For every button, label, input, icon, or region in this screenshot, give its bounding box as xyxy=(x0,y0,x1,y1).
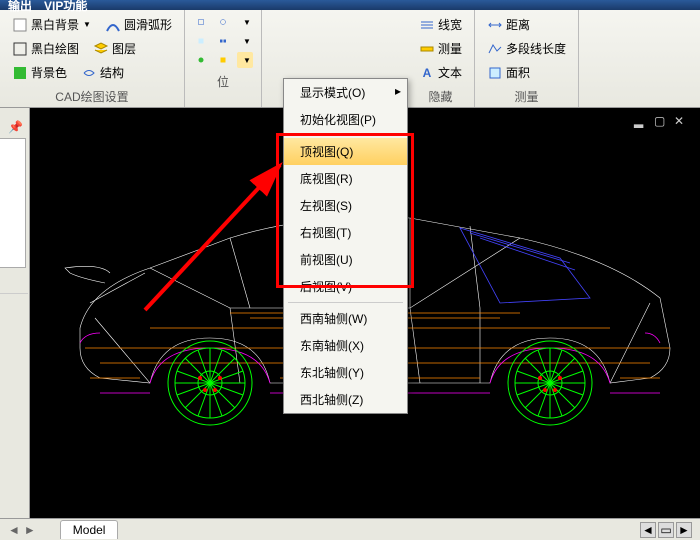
menu-left-view[interactable]: 左视图(S) xyxy=(284,192,407,219)
structure-icon xyxy=(81,65,97,81)
group-label-hide: 隐藏 xyxy=(415,88,466,105)
tool-icon-5[interactable] xyxy=(193,52,209,68)
close-icon[interactable]: ✕ xyxy=(674,114,688,128)
menu-top-view[interactable]: 顶视图(Q) xyxy=(284,138,407,165)
linewidth-button[interactable]: 线宽 xyxy=(415,14,466,35)
view-context-menu: 显示模式(O) ▸ 初始化视图(P) 顶视图(Q) 底视图(R) 左视图(S) 右… xyxy=(283,78,408,414)
text-icon: A xyxy=(419,65,435,81)
text-label: 文本 xyxy=(438,64,462,81)
chevron-right-icon: ▸ xyxy=(395,84,401,98)
nav-left-icon[interactable]: ◄ xyxy=(8,523,20,537)
bw-bg-button[interactable]: 黑白背景 ▼ xyxy=(8,14,95,35)
menu-front-view[interactable]: 前视图(U) xyxy=(284,246,407,273)
area-icon xyxy=(487,65,503,81)
menu-display-mode[interactable]: 显示模式(O) ▸ xyxy=(284,79,407,106)
bw-draw-button[interactable]: 黑白绘图 xyxy=(8,38,83,59)
tool-icon-4[interactable] xyxy=(215,33,231,49)
dist-icon xyxy=(487,17,503,33)
pin-icon[interactable]: 📌 xyxy=(8,120,23,134)
group-label-measure: 测量 xyxy=(483,88,570,105)
menu-separator xyxy=(288,135,403,136)
panel-blank2 xyxy=(0,293,28,413)
tool-icon-2[interactable] xyxy=(215,14,231,30)
status-bar: ◄ ► Model ◄ ▭ ► xyxy=(0,518,700,540)
arc-icon xyxy=(105,17,121,33)
menu-separator xyxy=(288,302,403,303)
bg-color-button[interactable]: 背景色 xyxy=(8,62,71,83)
menu-back-view[interactable]: 后视图(V) xyxy=(284,273,407,300)
layer-label: 图层 xyxy=(112,40,136,57)
chevron-down-icon: ▼ xyxy=(83,20,91,29)
area-button[interactable]: 面积 xyxy=(483,62,570,83)
structure-button[interactable]: 结构 xyxy=(77,62,128,83)
group-position: ▼ ▼ ▼ 位 xyxy=(185,10,262,107)
menu-sw-iso[interactable]: 西南轴侧(W) xyxy=(284,305,407,332)
layer-button[interactable]: 图层 xyxy=(89,38,140,59)
area-label: 面积 xyxy=(506,64,530,81)
group-cad-settings: 黑白背景 ▼ 圆滑弧形 黑白绘图 图层 背景色 xyxy=(0,10,185,107)
tool-icon-3[interactable] xyxy=(193,33,209,49)
view-dropdown-icon[interactable]: ▼ xyxy=(237,52,253,68)
side-panel: 📌 xyxy=(0,108,30,518)
group-hide: 线宽 测量 A 文本 隐藏 xyxy=(407,10,475,107)
polyline-button[interactable]: 多段线长度 xyxy=(483,38,570,59)
scroll-thumb[interactable]: ▭ xyxy=(658,522,674,538)
scroll-right-icon[interactable]: ► xyxy=(676,522,692,538)
zoom-out-icon[interactable]: ▼ xyxy=(237,33,253,49)
smooth-arc-button[interactable]: 圆滑弧形 xyxy=(101,14,176,35)
smooth-label: 圆滑弧形 xyxy=(124,16,172,33)
bw-draw-label: 黑白绘图 xyxy=(31,40,79,57)
group-label-pos: 位 xyxy=(193,73,253,90)
viewport-controls: 📌 ▂ ▢ ✕ xyxy=(634,114,688,128)
lw-label: 线宽 xyxy=(438,16,462,33)
text-button[interactable]: A 文本 xyxy=(415,62,466,83)
distance-button[interactable]: 距离 xyxy=(483,14,570,35)
square-icon xyxy=(12,17,28,33)
menu-bottom-view[interactable]: 底视图(R) xyxy=(284,165,407,192)
tool-icon-1[interactable] xyxy=(193,14,209,30)
polyline-icon xyxy=(487,41,503,57)
model-tab[interactable]: Model xyxy=(60,520,119,539)
group-label-cad: CAD绘图设置 xyxy=(8,88,176,105)
layer-icon xyxy=(93,41,109,57)
color-icon xyxy=(12,65,28,81)
measure-button[interactable]: 测量 xyxy=(415,38,466,59)
nav-right-icon[interactable]: ► xyxy=(24,523,36,537)
title-bar: 输出 VIP功能 xyxy=(0,0,700,10)
zoom-icon[interactable]: ▼ xyxy=(237,14,253,30)
group-measure: 距离 多段线长度 面积 测量 xyxy=(475,10,579,107)
maximize-icon[interactable]: ▢ xyxy=(654,114,668,128)
bw-bg-label: 黑白背景 xyxy=(31,16,79,33)
menu-se-iso[interactable]: 东南轴侧(X) xyxy=(284,332,407,359)
scroll-left-icon[interactable]: ◄ xyxy=(640,522,656,538)
structure-label: 结构 xyxy=(100,64,124,81)
menu-right-view[interactable]: 右视图(T) xyxy=(284,219,407,246)
measure-label: 测量 xyxy=(438,40,462,57)
panel-blank xyxy=(0,138,26,268)
minimize-icon[interactable]: ▂ xyxy=(634,114,648,128)
menu-label: 显示模式(O) xyxy=(300,86,365,100)
menu-nw-iso[interactable]: 西北轴侧(Z) xyxy=(284,386,407,413)
ruler-icon xyxy=(419,41,435,57)
dist-label: 距离 xyxy=(506,16,530,33)
menu-ne-iso[interactable]: 东北轴侧(Y) xyxy=(284,359,407,386)
menu-init-view[interactable]: 初始化视图(P) xyxy=(284,106,407,133)
linewidth-icon xyxy=(419,17,435,33)
multi-label: 多段线长度 xyxy=(506,40,566,57)
tool-icon-6[interactable] xyxy=(215,52,231,68)
bg-color-label: 背景色 xyxy=(31,64,67,81)
draw-icon xyxy=(12,41,28,57)
